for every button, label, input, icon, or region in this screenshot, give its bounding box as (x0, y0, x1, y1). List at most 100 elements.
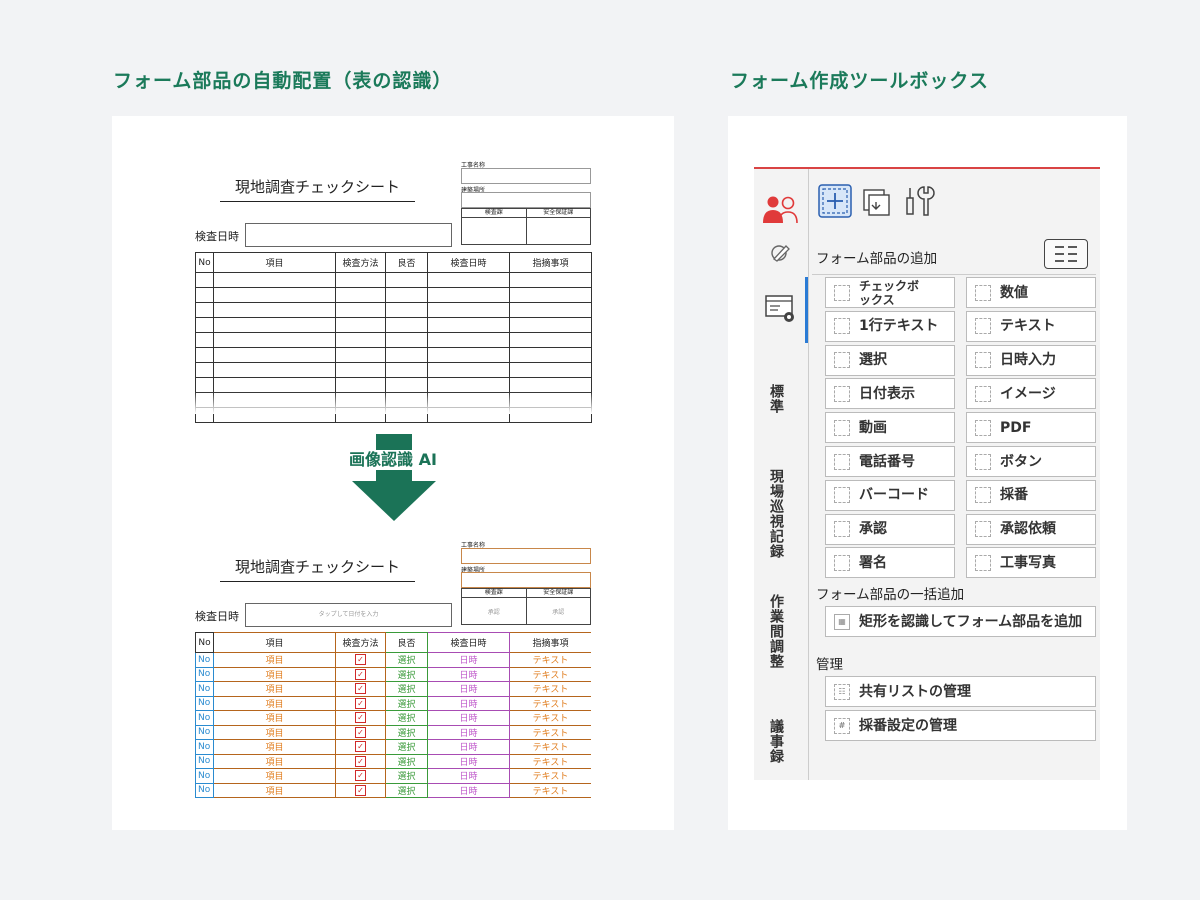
select-field[interactable]: 選択 (385, 782, 428, 798)
datetime-field[interactable]: 日時 (427, 652, 510, 668)
item-field[interactable]: 項目 (213, 753, 336, 769)
no-field[interactable]: No (195, 768, 214, 784)
item-field[interactable]: 項目 (213, 695, 336, 711)
rail-tab-minutes[interactable]: 議事録 (766, 719, 786, 764)
text-field[interactable]: テキスト (509, 768, 591, 784)
add-construction-photo-button[interactable]: 工事写真 (966, 547, 1096, 579)
recognize-rectangles-button[interactable]: ▦ 矩形を認識してフォーム部品を追加 (825, 606, 1096, 637)
checkbox-field[interactable]: ✓ (335, 739, 386, 755)
rail-tab-work-coordination[interactable]: 作業間調整 (766, 594, 786, 669)
text-field[interactable]: テキスト (509, 739, 591, 755)
checkbox-field[interactable]: ✓ (335, 724, 386, 740)
checkbox-field[interactable]: ✓ (335, 681, 386, 697)
rail-tab-standard[interactable]: 標準 (766, 384, 786, 414)
add-image-button[interactable]: イメージ (966, 378, 1096, 410)
add-barcode-button[interactable]: バーコード (825, 479, 955, 511)
select-field[interactable]: 選択 (385, 666, 428, 682)
item-field[interactable]: 項目 (213, 666, 336, 682)
text-field[interactable]: テキスト (509, 681, 591, 697)
datetime-field[interactable]: 日時 (427, 681, 510, 697)
checkbox-field[interactable]: ✓ (335, 768, 386, 784)
edit-icon[interactable] (768, 243, 792, 263)
no-field[interactable]: No (195, 652, 214, 668)
form-settings-icon[interactable] (764, 293, 798, 325)
datetime-field[interactable]: 日時 (427, 768, 510, 784)
text-field[interactable]: テキスト (509, 695, 591, 711)
text-field[interactable]: テキスト (509, 710, 591, 726)
datetime-field[interactable]: 日時 (427, 724, 510, 740)
datetime-field[interactable]: 日時 (427, 782, 510, 798)
no-field[interactable]: No (195, 710, 214, 726)
add-select-button[interactable]: 選択 (825, 344, 955, 376)
item-field[interactable]: 項目 (213, 782, 336, 798)
select-field[interactable]: 選択 (385, 739, 428, 755)
text-field[interactable]: テキスト (509, 753, 591, 769)
numbering-settings-button[interactable]: # 採番設定の管理 (825, 710, 1096, 741)
tools-icon[interactable] (902, 184, 936, 218)
number-icon (975, 284, 991, 301)
ai-label: 画像認識 AI (333, 450, 453, 470)
no-field[interactable]: No (195, 666, 214, 682)
item-field[interactable]: 項目 (213, 739, 336, 755)
text-field[interactable]: テキスト (509, 724, 591, 740)
select-field[interactable]: 選択 (385, 652, 428, 668)
no-field[interactable]: No (195, 739, 214, 755)
select-field[interactable]: 選択 (385, 724, 428, 740)
no-field[interactable]: No (195, 695, 214, 711)
add-datetime-input-button[interactable]: 日時入力 (966, 344, 1096, 376)
item-field[interactable]: 項目 (213, 768, 336, 784)
add-pdf-button[interactable]: PDF (966, 412, 1096, 444)
item-field[interactable]: 項目 (213, 652, 336, 668)
datetime-field[interactable]: 日時 (427, 753, 510, 769)
datetime-field[interactable]: 日時 (427, 710, 510, 726)
text-field[interactable]: テキスト (509, 782, 591, 798)
checkbox-field[interactable]: ✓ (335, 652, 386, 668)
text-field[interactable]: テキスト (509, 666, 591, 682)
add-phone-button[interactable]: 電話番号 (825, 446, 955, 477)
table-row: No 項目 ✓ 選択 日時 テキスト (195, 753, 591, 769)
datetime-field[interactable]: 日時 (427, 739, 510, 755)
layers-icon[interactable] (860, 184, 894, 218)
no-field[interactable]: No (195, 753, 214, 769)
add-signature-button[interactable]: 署名 (825, 547, 955, 579)
datetime-field[interactable]: 日時 (427, 695, 510, 711)
item-field[interactable]: 項目 (213, 710, 336, 726)
add-date-display-button[interactable]: 日付表示 (825, 378, 955, 410)
add-video-button[interactable]: 動画 (825, 412, 955, 444)
add-component-icon[interactable] (818, 184, 852, 218)
add-button-button[interactable]: ボタン (966, 446, 1096, 477)
shared-list-button[interactable]: ☷ 共有リストの管理 (825, 676, 1096, 707)
table-cell (335, 332, 386, 348)
button-label: チェックボックス (859, 278, 920, 307)
datetime-field[interactable]: 日時 (427, 666, 510, 682)
add-approval-request-button[interactable]: 承認依頼 (966, 513, 1096, 545)
checkbox-field[interactable]: ✓ (335, 710, 386, 726)
no-field[interactable]: No (195, 724, 214, 740)
select-field[interactable]: 選択 (385, 768, 428, 784)
rail-tab-site-patrol[interactable]: 現場巡視記録 (766, 469, 786, 559)
add-number-button[interactable]: 数値 (966, 277, 1096, 308)
item-field[interactable]: 項目 (213, 681, 336, 697)
add-numbering-button[interactable]: 採番 (966, 479, 1096, 511)
item-field[interactable]: 項目 (213, 724, 336, 740)
table-cell (213, 287, 336, 303)
checkbox-field[interactable]: ✓ (335, 695, 386, 711)
no-field[interactable]: No (195, 782, 214, 798)
col-header-datetime: 検査日時 (427, 632, 510, 653)
list-view-icon[interactable] (1044, 239, 1088, 269)
select-field[interactable]: 選択 (385, 710, 428, 726)
select-field[interactable]: 選択 (385, 695, 428, 711)
add-approval-button[interactable]: 承認 (825, 513, 955, 545)
select-field[interactable]: 選択 (385, 681, 428, 697)
checkbox-icon: ✓ (355, 770, 366, 782)
select-field[interactable]: 選択 (385, 753, 428, 769)
text-field[interactable]: テキスト (509, 652, 591, 668)
no-field[interactable]: No (195, 681, 214, 697)
checkbox-field[interactable]: ✓ (335, 782, 386, 798)
checkbox-field[interactable]: ✓ (335, 666, 386, 682)
checkbox-field[interactable]: ✓ (335, 753, 386, 769)
add-text-button[interactable]: テキスト (966, 310, 1096, 342)
add-single-line-text-button[interactable]: 1行テキスト (825, 310, 955, 342)
add-checkbox-button[interactable]: チェックボックス (825, 277, 955, 308)
users-icon[interactable] (762, 193, 800, 227)
